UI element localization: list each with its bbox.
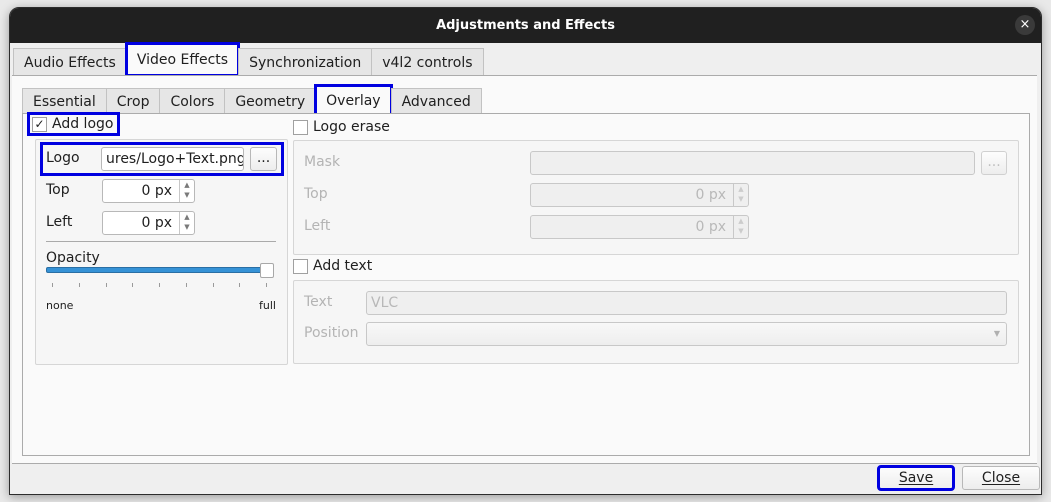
- slider-tick: [52, 283, 53, 287]
- tab-synchronization[interactable]: Synchronization: [238, 48, 373, 76]
- tab-v4l2-controls[interactable]: v4l2 controls: [371, 48, 484, 76]
- save-label: Save: [898, 470, 934, 486]
- slider-tick: [266, 283, 267, 287]
- add-logo-label: Add logo: [52, 116, 114, 132]
- add-text-check-icon: [293, 258, 308, 274]
- add-text-group: Text VLC Position ▼: [293, 280, 1019, 364]
- close-window-icon[interactable]: ×: [1015, 15, 1035, 35]
- video-effects-page: Essential Crop Colors Geometry Overlay A…: [12, 75, 1037, 464]
- position-dropdown[interactable]: ▼: [366, 322, 1007, 346]
- adjustments-dialog: Adjustments and Effects × Audio Effects …: [9, 7, 1042, 495]
- erase-left-value: 0 px: [695, 219, 726, 235]
- spin-arrows-icon[interactable]: ▲ ▼: [733, 216, 748, 238]
- mask-file-input[interactable]: [530, 151, 975, 175]
- erase-top-value: 0 px: [695, 187, 726, 203]
- window-title: Adjustments and Effects: [436, 18, 615, 33]
- logo-erase-label: Logo erase: [313, 119, 390, 135]
- add-text-label: Add text: [313, 258, 373, 274]
- tab-overlay[interactable]: Overlay: [314, 84, 393, 116]
- logo-erase-checkbox[interactable]: Logo erase: [293, 119, 390, 135]
- tab-colors[interactable]: Colors: [159, 88, 226, 114]
- slider-tick: [159, 283, 160, 287]
- opacity-slider-handle[interactable]: [260, 263, 274, 278]
- add-logo-check-icon: ✓: [32, 116, 47, 132]
- add-text-checkbox[interactable]: Add text: [293, 258, 372, 274]
- overlay-panel: ✓ Add logo Logo ures/Logo+Text.png ... T…: [22, 112, 1030, 456]
- opacity-slider[interactable]: [46, 263, 276, 284]
- slider-tick: [239, 283, 241, 287]
- slider-tick: [132, 283, 134, 287]
- logo-browse-button[interactable]: ...: [250, 147, 277, 171]
- close-button[interactable]: Close: [962, 466, 1040, 490]
- logo-top-label: Top: [46, 182, 70, 198]
- top-tab-bar: Audio Effects Video Effects Synchronizat…: [13, 42, 484, 77]
- mask-browse-button[interactable]: ...: [981, 151, 1007, 175]
- tab-essential[interactable]: Essential: [22, 88, 107, 114]
- chevron-down-icon: ▼: [993, 329, 1000, 338]
- logo-top-value: 0 px: [141, 183, 172, 199]
- erase-top-spinbox[interactable]: 0 px ▲ ▼: [530, 183, 749, 207]
- logo-label: Logo: [46, 150, 80, 166]
- slider-tick: [185, 283, 187, 287]
- title-bar: Adjustments and Effects ×: [10, 8, 1041, 43]
- logo-left-spinbox[interactable]: 0 px ▲ ▼: [102, 211, 195, 235]
- tab-audio-effects[interactable]: Audio Effects: [13, 48, 127, 76]
- text-input[interactable]: VLC: [366, 291, 1007, 315]
- erase-left-spinbox[interactable]: 0 px ▲ ▼: [530, 215, 749, 239]
- slider-tick: [105, 283, 107, 287]
- tab-geometry[interactable]: Geometry: [224, 88, 317, 114]
- mask-label: Mask: [304, 154, 341, 170]
- logo-erase-check-icon: [293, 119, 308, 135]
- add-logo-group: Logo ures/Logo+Text.png ... Top 0 px ▲ ▼ …: [35, 139, 288, 365]
- spin-arrows-icon[interactable]: ▲ ▼: [179, 212, 194, 234]
- separator: [46, 241, 276, 242]
- opacity-min-label: none: [46, 299, 74, 312]
- save-button[interactable]: Save: [877, 465, 955, 491]
- slider-tick: [78, 283, 80, 287]
- tab-video-effects[interactable]: Video Effects: [124, 42, 241, 77]
- tab-crop[interactable]: Crop: [105, 88, 161, 114]
- spin-arrows-icon[interactable]: ▲ ▼: [179, 180, 194, 202]
- spin-arrows-icon[interactable]: ▲ ▼: [733, 184, 748, 206]
- position-label: Position: [304, 325, 359, 341]
- erase-top-label: Top: [304, 186, 328, 202]
- opacity-max-label: full: [259, 299, 276, 312]
- erase-left-label: Left: [304, 218, 331, 234]
- logo-top-spinbox[interactable]: 0 px ▲ ▼: [102, 179, 195, 203]
- opacity-slider-track: [46, 267, 274, 273]
- slider-tick: [212, 283, 214, 287]
- text-label: Text: [304, 294, 333, 310]
- tab-advanced[interactable]: Advanced: [390, 88, 482, 114]
- logo-left-value: 0 px: [141, 215, 172, 231]
- logo-file-input[interactable]: ures/Logo+Text.png: [101, 147, 244, 171]
- add-logo-checkbox[interactable]: ✓ Add logo: [26, 112, 121, 136]
- sub-tab-bar: Essential Crop Colors Geometry Overlay A…: [22, 84, 482, 116]
- close-label: Close: [981, 470, 1021, 486]
- logo-left-label: Left: [46, 214, 73, 230]
- logo-erase-group: Mask ... Top 0 px ▲ ▼ Left 0 px ▲ ▼: [293, 140, 1019, 255]
